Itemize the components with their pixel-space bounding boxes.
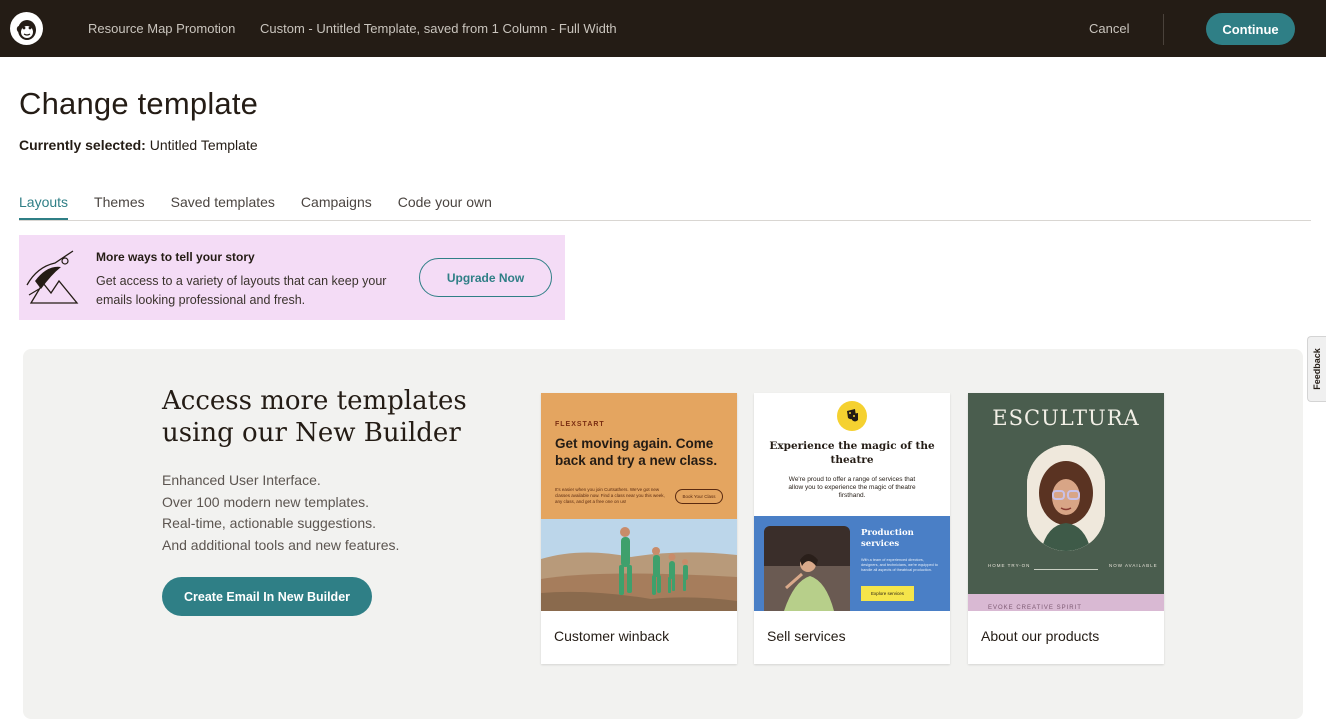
tab-code-your-own[interactable]: Code your own [398, 194, 492, 220]
template-preview-about-our-products: ESCULTURA HOME TRY-ON NOW AVAILABLE EVOK… [968, 393, 1164, 611]
upgrade-now-button[interactable]: Upgrade Now [419, 258, 552, 297]
preview-section-button: Explore services [861, 586, 914, 601]
preview-body: We're proud to offer a range of services… [788, 476, 916, 499]
promo-feature: Enhanced User Interface. [162, 472, 321, 488]
top-bar: Resource Map Promotion Custom - Untitled… [0, 0, 1326, 57]
preview-headline: Get moving again. Come back and try a ne… [555, 436, 718, 468]
preview-services-section: Production services With a team of exper… [754, 516, 950, 611]
currently-selected-value: Untitled Template [149, 137, 258, 153]
preview-left-caption: HOME TRY-ON [988, 563, 1031, 568]
promo-heading: Access more templates using our New Buil… [162, 386, 467, 448]
topbar-divider [1163, 14, 1164, 45]
preview-divider [1034, 569, 1098, 570]
tab-layouts[interactable]: Layouts [19, 194, 69, 220]
template-card-label: Sell services [767, 628, 846, 644]
runners-photo [541, 519, 737, 611]
storyteller-illustration-icon [26, 250, 79, 304]
cancel-button[interactable]: Cancel [1089, 21, 1129, 36]
preview-right-caption: NOW AVAILABLE [1109, 563, 1158, 568]
page-title: Change template [19, 86, 259, 121]
performer-photo [764, 526, 850, 611]
feedback-label: Feedback [1312, 348, 1322, 390]
preview-section-body: With a team of experienced directors, de… [861, 558, 938, 572]
tab-campaigns[interactable]: Campaigns [301, 194, 372, 220]
tabs-divider [19, 220, 1311, 221]
preview-headline: Experience the magic of the theatre [769, 440, 935, 466]
feedback-tab[interactable]: Feedback [1307, 336, 1326, 402]
currently-selected-label: Currently selected: [19, 137, 146, 153]
preview-section-title: Production services [861, 528, 914, 549]
promo-feature-list: Enhanced User Interface. Over 100 modern… [162, 470, 399, 556]
mailchimp-logo-icon[interactable] [10, 12, 43, 45]
promo-feature: Over 100 modern new templates. [162, 493, 369, 510]
banner-body: Get access to a variety of layouts that … [96, 274, 387, 307]
template-preview-customer-winback: FLEXSTART Get moving again. Come back an… [541, 393, 737, 611]
breadcrumb-campaign[interactable]: Resource Map Promotion [88, 21, 235, 36]
new-builder-panel: Access more templates using our New Buil… [23, 349, 1303, 719]
template-preview-sell-services: Experience the magic of the theatre We'r… [754, 393, 950, 611]
continue-button[interactable]: Continue [1206, 13, 1295, 45]
template-card-customer-winback[interactable]: FLEXSTART Get moving again. Come back an… [541, 393, 737, 664]
promo-feature: Real-time, actionable suggestions. [162, 515, 377, 531]
model-portrait [1027, 445, 1105, 551]
template-card-label: About our products [981, 628, 1100, 644]
tab-themes[interactable]: Themes [94, 194, 145, 220]
preview-footer-text: EVOKE CREATIVE SPIRIT [988, 605, 1082, 611]
upgrade-banner: More ways to tell your story Get access … [19, 235, 565, 320]
breadcrumb-template: Custom - Untitled Template, saved from 1… [260, 21, 617, 36]
preview-body: It's easier when you join Curtsathers. W… [555, 487, 665, 504]
preview-brand: ESCULTURA [992, 406, 1140, 430]
currently-selected: Currently selected: Untitled Template [19, 137, 258, 153]
preview-brand: FLEXSTART [555, 421, 605, 428]
template-card-sell-services[interactable]: Experience the magic of the theatre We'r… [754, 393, 950, 664]
template-card-label: Customer winback [554, 628, 670, 644]
promo-feature: And additional tools and new features. [162, 536, 400, 553]
banner-title: More ways to tell your story [96, 250, 255, 264]
theatre-mask-icon [837, 401, 867, 431]
template-tabs: Layouts Themes Saved templates Campaigns… [19, 194, 518, 220]
tab-saved-templates[interactable]: Saved templates [171, 194, 275, 220]
template-card-about-our-products[interactable]: ESCULTURA HOME TRY-ON NOW AVAILABLE EVOK… [968, 393, 1164, 664]
create-email-new-builder-button[interactable]: Create Email In New Builder [162, 577, 372, 616]
preview-button: Book Your Class [675, 489, 723, 504]
